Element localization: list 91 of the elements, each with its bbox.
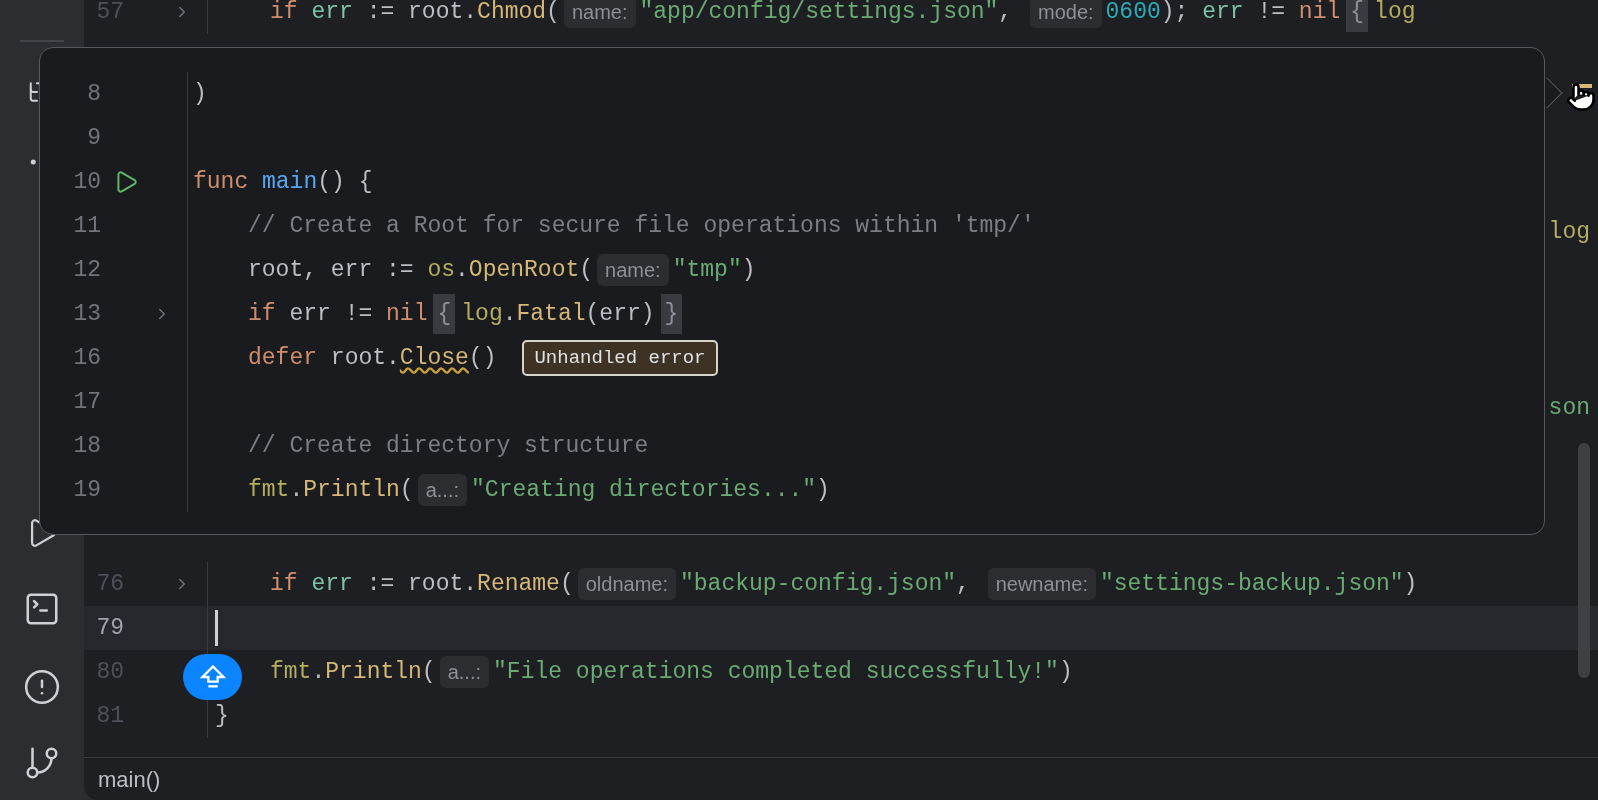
- parameter-hint: a...:: [417, 474, 468, 506]
- folded-brace[interactable]: {: [1346, 0, 1369, 32]
- code-text: (: [421, 657, 436, 687]
- pointer-cursor-icon: [1566, 80, 1596, 114]
- code-text: ): [193, 79, 207, 109]
- code-text: (: [559, 569, 574, 599]
- inlay-warning: Unhandled error: [522, 339, 718, 377]
- method-name: OpenRoot: [468, 255, 580, 285]
- parameter-hint: newname:: [987, 568, 1096, 600]
- folded-brace[interactable]: }: [660, 294, 683, 334]
- parameter-hint: name:: [597, 254, 669, 286]
- folded-brace[interactable]: {: [433, 294, 456, 334]
- code-text: ): [816, 475, 830, 505]
- package-name: log: [461, 299, 503, 329]
- line-number: 16: [72, 343, 101, 373]
- package-name: fmt: [270, 657, 312, 687]
- method-name: Close: [399, 343, 469, 373]
- code-text: := root.: [365, 0, 478, 27]
- parameter-hint: a...:: [439, 656, 490, 688]
- method-name: Chmod: [477, 0, 547, 27]
- line-number: 17: [72, 387, 101, 417]
- package-name: log: [1548, 217, 1590, 247]
- keyword: if: [270, 0, 299, 27]
- terminal-icon[interactable]: [23, 590, 61, 628]
- text-caret: [215, 610, 218, 646]
- keyword: defer: [248, 343, 318, 373]
- keyword: func: [193, 167, 250, 197]
- method-name: Rename: [477, 569, 560, 599]
- line-number: 19: [72, 475, 101, 505]
- string-literal: son: [1548, 393, 1590, 423]
- code-text: (: [579, 255, 594, 285]
- package-name: log: [1374, 0, 1416, 27]
- code-text: := root.: [365, 569, 478, 599]
- line-number: 9: [86, 123, 101, 153]
- string-literal: "settings-backup.json": [1099, 569, 1404, 599]
- string-literal: "app/config/settings.json": [639, 0, 999, 27]
- code-text: );: [1160, 0, 1190, 27]
- code-text: ,: [956, 569, 971, 599]
- line-number: 10: [72, 167, 101, 197]
- up-arrow-icon: [198, 663, 227, 691]
- comment: // Create directory structure: [248, 431, 649, 461]
- code-text: ): [1058, 657, 1073, 687]
- code-text: ): [1403, 569, 1418, 599]
- method-name: Println: [325, 657, 422, 687]
- code-text: !=: [1256, 0, 1287, 27]
- problems-icon[interactable]: [23, 668, 61, 706]
- git-branch-icon[interactable]: [23, 744, 61, 782]
- string-literal: "File operations completed successfully!": [493, 657, 1059, 687]
- code-text: () {: [317, 167, 373, 197]
- code-text: }: [215, 701, 229, 731]
- string-literal: "Creating directories...": [471, 475, 817, 505]
- parameter-hint: mode:: [1029, 0, 1102, 28]
- number-literal: 0600: [1105, 0, 1161, 27]
- package-name: os: [427, 255, 456, 285]
- line-number: 8: [86, 79, 101, 109]
- code-text: ,: [998, 0, 1014, 27]
- code-text: (err): [585, 299, 655, 329]
- comment: // Create a Root for secure file operations within 'tmp/': [248, 211, 1035, 241]
- line-number: 12: [72, 255, 101, 285]
- string-literal: "tmp": [672, 255, 742, 285]
- code-text: err !=: [289, 299, 374, 329]
- keyword: if: [270, 569, 299, 599]
- code-text: root, err :=: [248, 255, 415, 285]
- package-name: fmt: [248, 475, 290, 505]
- line-number: 79: [95, 613, 124, 643]
- scrollbar-thumb[interactable]: [1578, 443, 1590, 678]
- keyword: if: [248, 299, 277, 329]
- line-number: 13: [72, 299, 101, 329]
- code-text: root.: [330, 343, 400, 373]
- method-name: Println: [303, 475, 400, 505]
- code-text: (: [399, 475, 414, 505]
- parameter-hint: oldname:: [577, 568, 676, 600]
- code-text: .: [289, 475, 304, 505]
- function-name: main: [262, 167, 318, 197]
- variable: err: [311, 0, 353, 27]
- code-text: .: [311, 657, 326, 687]
- parameter-hint: name:: [563, 0, 636, 28]
- code-text: .: [455, 255, 469, 285]
- code-text: (: [546, 0, 560, 27]
- code-text: (): [468, 343, 497, 373]
- string-literal: "backup-config.json": [680, 569, 957, 599]
- breadcrumb[interactable]: main(): [98, 762, 161, 796]
- keyword: nil: [386, 299, 428, 329]
- line-number: 18: [72, 431, 101, 461]
- code-text: .: [502, 299, 517, 329]
- variable: err: [311, 569, 353, 599]
- keyword: nil: [1298, 0, 1341, 27]
- variable: err: [1202, 0, 1244, 27]
- method-name: Fatal: [516, 299, 586, 329]
- line-number: 11: [72, 211, 101, 241]
- code-text: ): [741, 255, 756, 285]
